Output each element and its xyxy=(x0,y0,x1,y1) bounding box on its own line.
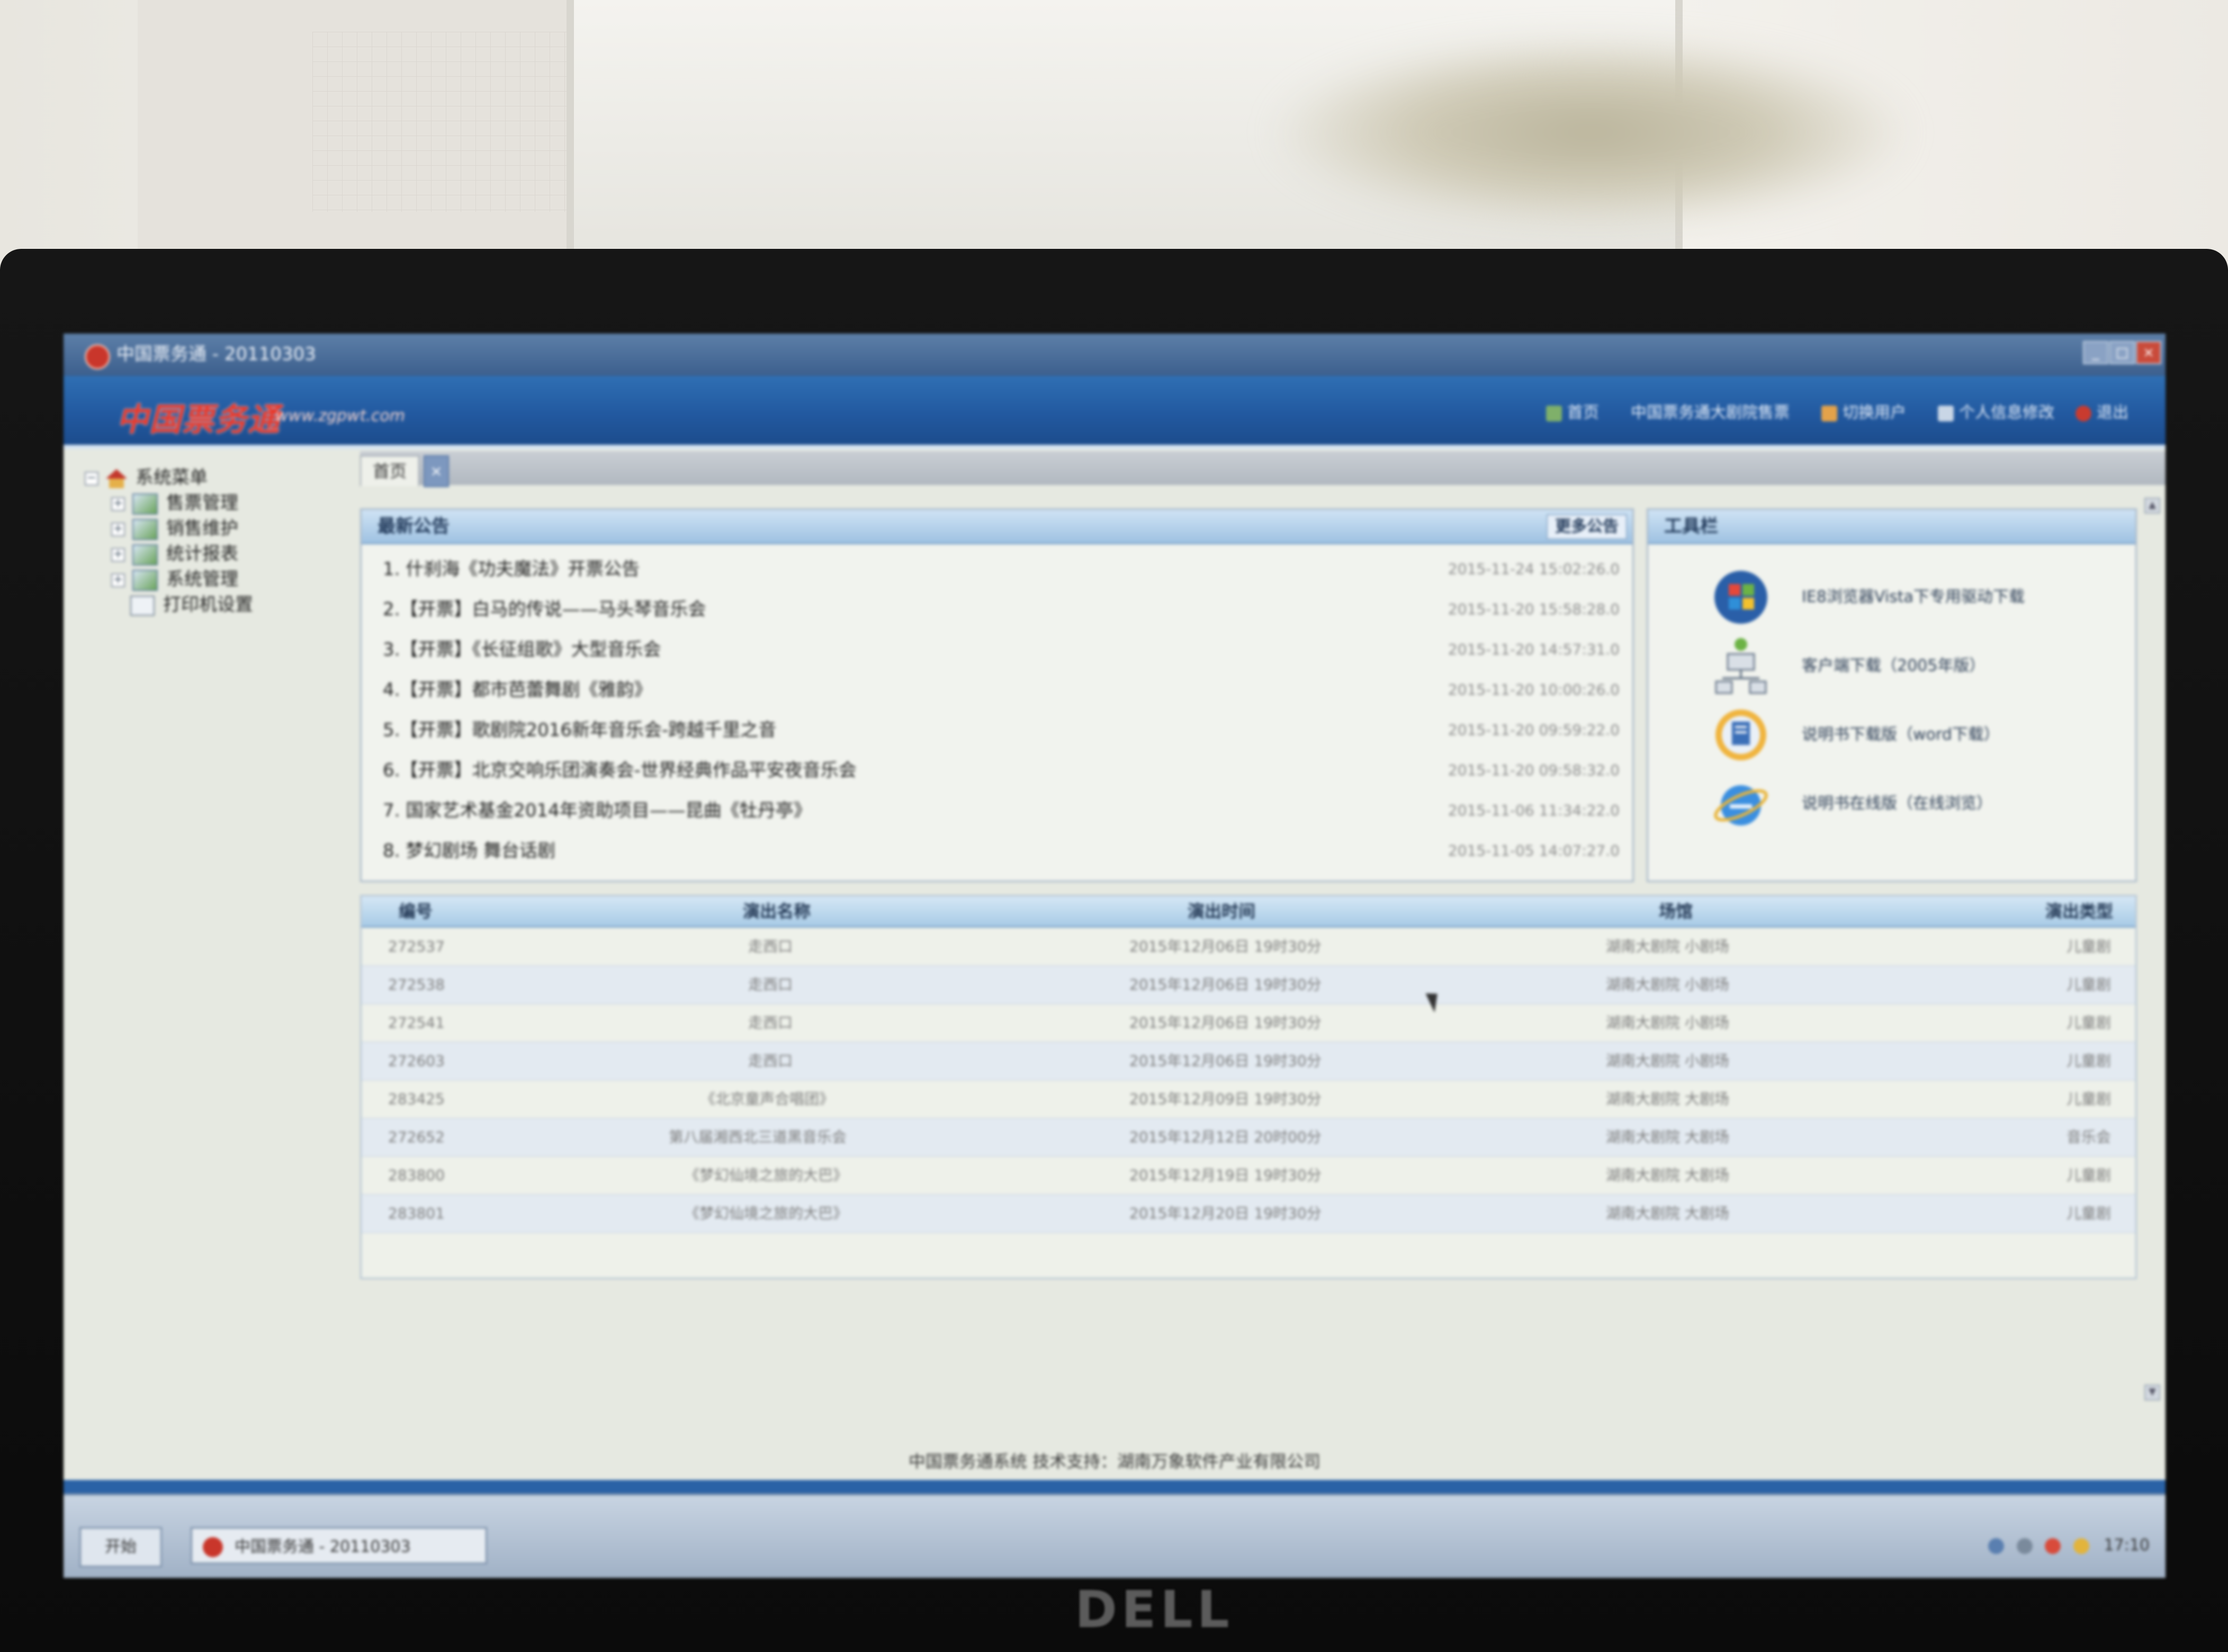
column-header[interactable]: 编号 xyxy=(399,900,433,923)
toolbox-panel: 工具栏 IE8浏览器Vista下专用驱动下载 客户端下载（2005年版） 说明书… xyxy=(1647,508,2137,882)
tool-manual-online[interactable]: 说明书在线版（在线浏览） xyxy=(1712,775,2135,833)
monitor-logo: DELL xyxy=(1075,1580,1234,1639)
expand-icon[interactable]: + xyxy=(111,573,125,587)
app-icon xyxy=(203,1537,223,1557)
table-row[interactable]: 272603 走西口 2015年12月06日 19时30分 湖南大剧院 小剧场 儿童剧 xyxy=(362,1043,2135,1081)
ie-icon xyxy=(1714,785,1768,825)
notice-item[interactable]: 8. 梦幻剧场 舞台话剧 2015-11-05 14:07:27.0 xyxy=(383,835,1620,867)
scroll-up-arrow[interactable]: ▲ xyxy=(2144,498,2160,514)
announcement-link[interactable]: 中国票务通大剧院售票 xyxy=(1631,402,1790,424)
brand-url: www.zgpwt.com xyxy=(275,407,405,425)
user-icon xyxy=(1821,405,1837,421)
notice-item[interactable]: 6.【开票】北京交响乐团演奏会-世界经典作品平安夜音乐会 2015-11-20 0… xyxy=(383,755,1620,786)
tab-bar: 首页 × xyxy=(360,451,2166,487)
clock[interactable]: 17:10 xyxy=(2104,1536,2150,1555)
folder-icon xyxy=(132,544,158,565)
table-row[interactable]: 272652 第八届湘西北三道黑音乐会 2015年12月12日 20时00分 湖南大剧… xyxy=(362,1119,2135,1157)
scroll-down-arrow[interactable]: ▼ xyxy=(2144,1385,2160,1400)
folder-icon xyxy=(132,569,158,591)
table-row[interactable]: 283800 《梦幻仙境之旅的大巴》 2015年12月19日 19时30分 湖南大剧院… xyxy=(362,1157,2135,1195)
system-menu-icon xyxy=(106,469,127,488)
column-header[interactable]: 演出时间 xyxy=(1188,900,1255,923)
user-info-icon xyxy=(1938,405,1954,421)
app-icon xyxy=(85,344,110,370)
table-header: 编号 演出名称 演出时间 场馆 演出类型 xyxy=(362,896,2135,928)
tool-vista-driver[interactable]: IE8浏览器Vista下专用驱动下载 xyxy=(1712,568,2135,626)
taskbar-app-item[interactable]: 中国票务通 - 20110303 xyxy=(191,1527,487,1564)
window-title: 中国票务通 - 20110303 xyxy=(116,344,316,365)
folder-icon xyxy=(132,493,158,515)
system-tray: 17:10 xyxy=(1874,1527,2150,1564)
network-icon xyxy=(1715,638,1767,694)
expand-icon[interactable]: + xyxy=(111,522,125,536)
brand-logo: 中国票务通 xyxy=(116,401,281,438)
footer-band xyxy=(64,1480,2166,1494)
toolbox-panel-header: 工具栏 xyxy=(1648,510,2135,544)
user-info-link[interactable]: 个人信息修改 xyxy=(1938,402,2054,424)
window-frame xyxy=(567,0,1908,254)
paper-sheet xyxy=(138,0,609,249)
network-tray-icon[interactable] xyxy=(1988,1538,2005,1554)
maximize-button[interactable]: □ xyxy=(2109,341,2135,364)
printer-icon xyxy=(130,595,155,616)
switch-user-link[interactable]: 切换用户 xyxy=(1821,402,1906,424)
sidebar-item-reports[interactable]: + 统计报表 xyxy=(111,542,238,565)
table-row[interactable]: 283801 《梦幻仙境之旅的大巴》 2015年12月20日 19时30分 湖南大剧院… xyxy=(362,1195,2135,1233)
notice-item[interactable]: 7. 国家艺术基金2014年资助项目——昆曲《牡丹亭》 2015-11-06 11… xyxy=(383,795,1620,827)
column-header[interactable]: 演出名称 xyxy=(743,900,811,923)
volume-tray-icon[interactable] xyxy=(2016,1538,2033,1554)
notice-item[interactable]: 3.【开票】《长征组歌》大型音乐会 2015-11-20 14:57:31.0 xyxy=(383,634,1620,666)
table-row[interactable]: 272538 走西口 2015年12月06日 19时30分 湖南大剧院 小剧场 儿童剧 xyxy=(362,966,2135,1004)
table-row[interactable]: 272541 走西口 2015年12月06日 19时30分 湖南大剧院 小剧场 儿童剧 xyxy=(362,1004,2135,1043)
exit-link[interactable]: 退出 xyxy=(2076,402,2128,424)
tool-client-download[interactable]: 客户端下载（2005年版） xyxy=(1712,637,2135,695)
notice-item[interactable]: 2.【开票】白马的传说——马头琴音乐会 2015-11-20 15:58:28.0 xyxy=(383,594,1620,625)
more-notices-button[interactable]: 更多公告 xyxy=(1547,514,1627,540)
notice-item[interactable]: 4.【开票】都市芭蕾舞剧《雅韵》 2015-11-20 10:00:26.0 xyxy=(383,674,1620,706)
security-tray-icon[interactable] xyxy=(2045,1538,2061,1554)
home-link[interactable]: 首页 xyxy=(1546,402,1599,424)
windows-icon xyxy=(1714,571,1767,624)
table-row[interactable]: 283425 《北京童声合唱团》 2015年12月09日 19时30分 湖南大剧院 大… xyxy=(362,1081,2135,1119)
notice-panel: 最新公告 更多公告 1. 什刹海《功夫魔法》开票公告 2015-11-24 15:… xyxy=(360,508,1634,882)
manual-download-icon xyxy=(1715,710,1766,760)
sidebar-item-system[interactable]: + 系统管理 xyxy=(111,568,238,591)
exit-icon xyxy=(2076,405,2091,421)
table-row[interactable]: 272537 走西口 2015年12月06日 19时30分 湖南大剧院 小剧场 儿童剧 xyxy=(362,928,2135,966)
screen: 中国票务通 - 20110303 _ □ × 中国票务通 www.zgpwt.c… xyxy=(64,334,2166,1578)
sidebar-item-sales[interactable]: + 销售维护 xyxy=(111,517,238,540)
home-icon xyxy=(1546,405,1562,421)
expand-icon[interactable]: + xyxy=(111,497,125,511)
sidebar-root[interactable]: − 系统菜单 xyxy=(85,466,208,489)
column-header[interactable]: 场馆 xyxy=(1659,900,1693,923)
app-header: 中国票务通 www.zgpwt.com 首页 中国票务通大剧院售票 切换用户 个… xyxy=(64,376,2166,449)
start-button[interactable]: 开始 xyxy=(79,1527,162,1567)
sidebar-item-ticketing[interactable]: + 售票管理 xyxy=(111,491,238,515)
notice-panel-title: 最新公告 xyxy=(378,516,450,537)
window-titlebar: 中国票务通 - 20110303 _ □ × xyxy=(64,334,2166,376)
sidebar-item-printer[interactable]: 打印机设置 xyxy=(130,593,253,616)
performance-table: 编号 演出名称 演出时间 场馆 演出类型 272537 走西口 2015年12月06… xyxy=(360,895,2137,1279)
sidebar-menu: − 系统菜单 + 售票管理 + 销售维护 + 统计报表 + 系统管理 打印机设置 xyxy=(85,455,381,1440)
collapse-icon[interactable]: − xyxy=(85,471,98,486)
tool-manual-word[interactable]: 说明书下载版（word下载） xyxy=(1712,706,2135,764)
update-tray-icon[interactable] xyxy=(2073,1538,2089,1554)
footer-copyright: 中国票务通系统 技术支持：湖南万象软件产业有限公司 xyxy=(908,1451,1321,1471)
toolbox-panel-title: 工具栏 xyxy=(1664,516,1718,537)
tab-home[interactable]: 首页 xyxy=(360,455,420,486)
taskbar: 开始 中国票务通 - 20110303 17:10 xyxy=(64,1493,2166,1578)
column-header[interactable]: 演出类型 xyxy=(2045,900,2113,923)
notice-item[interactable]: 5.【开票】歌剧院2016新年音乐会-跨越千里之音 2015-11-20 09:5… xyxy=(383,714,1620,746)
tab-close-button[interactable]: × xyxy=(424,455,449,487)
close-button[interactable]: × xyxy=(2136,341,2161,364)
minimize-button[interactable]: _ xyxy=(2083,341,2108,364)
folder-icon xyxy=(132,518,158,540)
notice-item[interactable]: 1. 什刹海《功夫魔法》开票公告 2015-11-24 15:02:26.0 xyxy=(383,553,1620,585)
expand-icon[interactable]: + xyxy=(111,547,125,562)
notice-panel-header: 最新公告 更多公告 xyxy=(362,510,1632,544)
